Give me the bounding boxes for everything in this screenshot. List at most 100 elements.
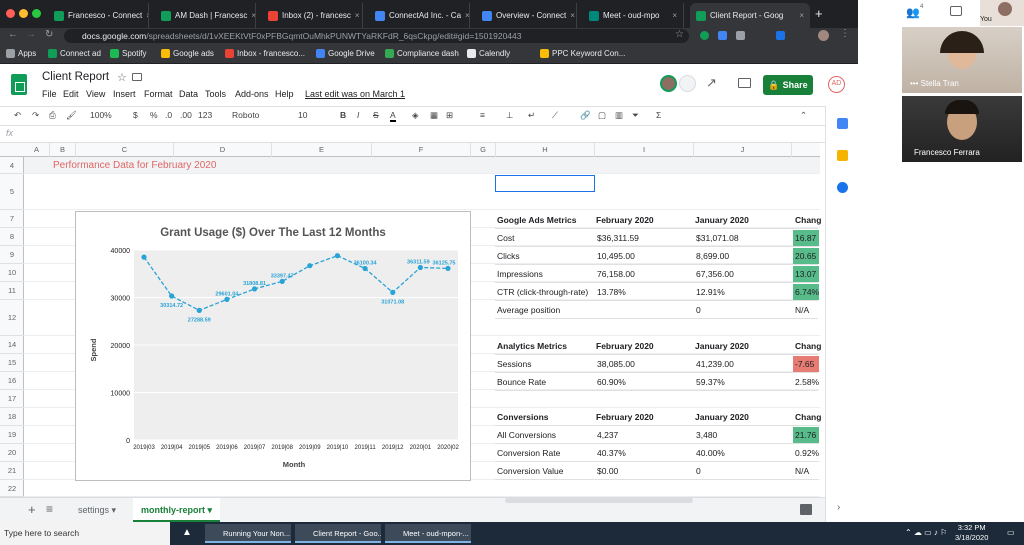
browser-tab[interactable]: ConnectAd Inc. - Ca ×	[369, 3, 470, 28]
taskbar-app-button[interactable]: Client Report - Goo...	[295, 524, 381, 543]
column-header[interactable]: C	[76, 143, 174, 157]
all-sheets-icon[interactable]: ≡	[46, 502, 53, 516]
taskbar-clock[interactable]: 3:32 PM 3/18/2020	[955, 523, 988, 543]
zoom-select[interactable]: 100%	[90, 110, 112, 120]
extension-icon[interactable]	[718, 31, 727, 40]
forward-icon[interactable]: →	[26, 29, 36, 40]
undo-icon[interactable]: ↶	[14, 110, 21, 121]
insert-chart-icon[interactable]: ▥	[615, 110, 623, 121]
bookmark-item[interactable]: Google Drive	[316, 49, 375, 58]
print-icon[interactable]: ⎙	[49, 110, 56, 121]
row-header[interactable]: 18	[0, 408, 24, 426]
paint-format-icon[interactable]: 🖌	[66, 110, 77, 121]
vertical-align-icon[interactable]: ⊥	[506, 110, 513, 121]
profile-avatar[interactable]	[818, 30, 829, 41]
column-header[interactable]: G	[471, 143, 496, 157]
people-icon[interactable]: 👥	[906, 6, 920, 19]
insert-link-icon[interactable]: 🔗	[580, 110, 591, 121]
text-wrap-icon[interactable]: ↵	[528, 110, 535, 121]
chat-icon[interactable]	[950, 6, 962, 16]
participant-video-francesco[interactable]: Francesco Ferrara	[902, 96, 1022, 162]
bookmark-item[interactable]: Apps	[6, 49, 36, 58]
insert-comment-icon[interactable]: ▢	[598, 110, 606, 121]
expand-panel-icon[interactable]: ›	[837, 502, 840, 513]
taskbar-search[interactable]: Type here to search	[0, 522, 170, 545]
close-tab-icon[interactable]: ×	[799, 11, 804, 20]
menu-file[interactable]: File	[42, 89, 57, 99]
font-size-select[interactable]: 10	[298, 110, 307, 120]
tab-monthly-report[interactable]: monthly-report ▾	[133, 498, 221, 523]
selected-cell[interactable]	[495, 175, 595, 192]
explore-icon[interactable]	[800, 504, 812, 515]
keep-icon[interactable]	[837, 150, 848, 161]
decrease-decimal-button[interactable]: .0	[165, 110, 172, 120]
row-header[interactable]: 4	[0, 157, 24, 174]
menu-addons[interactable]: Add-ons	[235, 89, 269, 99]
increase-decimal-button[interactable]: .00	[180, 110, 192, 120]
row-header[interactable]: 7	[0, 210, 24, 228]
minimize-window-icon[interactable]	[19, 9, 28, 18]
fill-color-icon[interactable]: ◈	[412, 110, 419, 121]
bookmark-item[interactable]: Calendly	[467, 49, 510, 58]
menu-tools[interactable]: Tools	[205, 89, 226, 99]
tasks-icon[interactable]	[837, 182, 848, 193]
row-header[interactable]: 22	[0, 480, 24, 497]
sheets-logo-icon[interactable]	[11, 74, 27, 95]
app-launcher-icon[interactable]: ▲	[182, 527, 192, 538]
last-edit-link[interactable]: Last edit was on March 1	[305, 89, 405, 99]
browser-tab[interactable]: Overview - Connect ×	[476, 3, 577, 28]
close-tab-icon[interactable]: ×	[570, 11, 575, 20]
star-icon[interactable]: ☆	[117, 71, 127, 84]
move-folder-icon[interactable]	[132, 73, 142, 81]
row-header[interactable]: 9	[0, 246, 24, 264]
back-icon[interactable]: ←	[8, 29, 18, 40]
collapse-toolbar-icon[interactable]: ⌃	[800, 110, 807, 121]
font-select[interactable]: Roboto	[232, 110, 259, 120]
column-header[interactable]: E	[272, 143, 372, 157]
row-header[interactable]: 14	[0, 336, 24, 354]
bookmark-star-icon[interactable]: ☆	[675, 29, 684, 40]
column-header[interactable]: D	[174, 143, 272, 157]
text-color-icon[interactable]: A	[390, 110, 396, 122]
row-header[interactable]: 21	[0, 462, 24, 480]
share-button[interactable]: 🔒 Share	[763, 75, 813, 95]
maximize-window-icon[interactable]	[32, 9, 41, 18]
browser-tab[interactable]: Meet - oud-mpo ×	[583, 3, 684, 28]
document-title[interactable]: Client Report	[42, 71, 109, 83]
system-tray-icon[interactable]: ⌃ ☁ ▭ ♪ ⚐	[905, 528, 947, 537]
close-tab-icon[interactable]: ×	[251, 11, 255, 20]
extension-icon[interactable]	[776, 31, 785, 40]
row-header[interactable]: 5	[0, 174, 24, 210]
extension-icon[interactable]	[736, 31, 745, 40]
bold-icon[interactable]: B	[340, 110, 346, 120]
notifications-icon[interactable]: ▭	[1007, 528, 1015, 537]
row-header[interactable]: 16	[0, 372, 24, 390]
close-tab-icon[interactable]: ×	[355, 11, 360, 20]
browser-tab[interactable]: AM Dash | Francesc ×	[155, 3, 256, 28]
taskbar-app-button[interactable]: Running Your Non...	[205, 524, 291, 543]
tab-settings[interactable]: settings ▾	[70, 498, 124, 523]
close-window-icon[interactable]	[6, 9, 15, 18]
bookmark-item[interactable]: Compliance dash	[385, 49, 459, 58]
new-tab-icon[interactable]: +	[815, 6, 823, 21]
number-format-select[interactable]: 123	[198, 110, 212, 120]
text-rotation-icon[interactable]: ⟋	[552, 110, 558, 121]
extension-icon[interactable]	[700, 31, 709, 40]
grant-usage-chart[interactable]: Grant Usage ($) Over The Last 12 Months …	[75, 211, 471, 481]
comment-history-icon[interactable]	[679, 75, 696, 92]
close-tab-icon[interactable]: ×	[672, 11, 677, 20]
reload-icon[interactable]: ↻	[45, 29, 53, 40]
bookmark-item[interactable]: Inbox - francesco...	[225, 49, 305, 58]
browser-tab[interactable]: Inbox (2) - francesc ×	[262, 3, 363, 28]
participant-video-stella[interactable]: ••• Stella Tran	[902, 27, 1022, 93]
comments-icon[interactable]	[738, 78, 751, 88]
merge-cells-icon[interactable]: ⊞	[446, 110, 453, 121]
horizontal-scrollbar[interactable]	[505, 498, 693, 503]
row-header[interactable]: 15	[0, 354, 24, 372]
bookmark-item[interactable]: Connect ad	[48, 49, 101, 58]
horizontal-align-icon[interactable]: ≡	[480, 110, 485, 120]
row-header[interactable]: 12	[0, 300, 24, 336]
taskbar-app-button[interactable]: Meet - oud-mpon-...	[385, 524, 471, 543]
currency-format-button[interactable]: $	[133, 110, 138, 120]
italic-icon[interactable]: I	[357, 110, 359, 120]
